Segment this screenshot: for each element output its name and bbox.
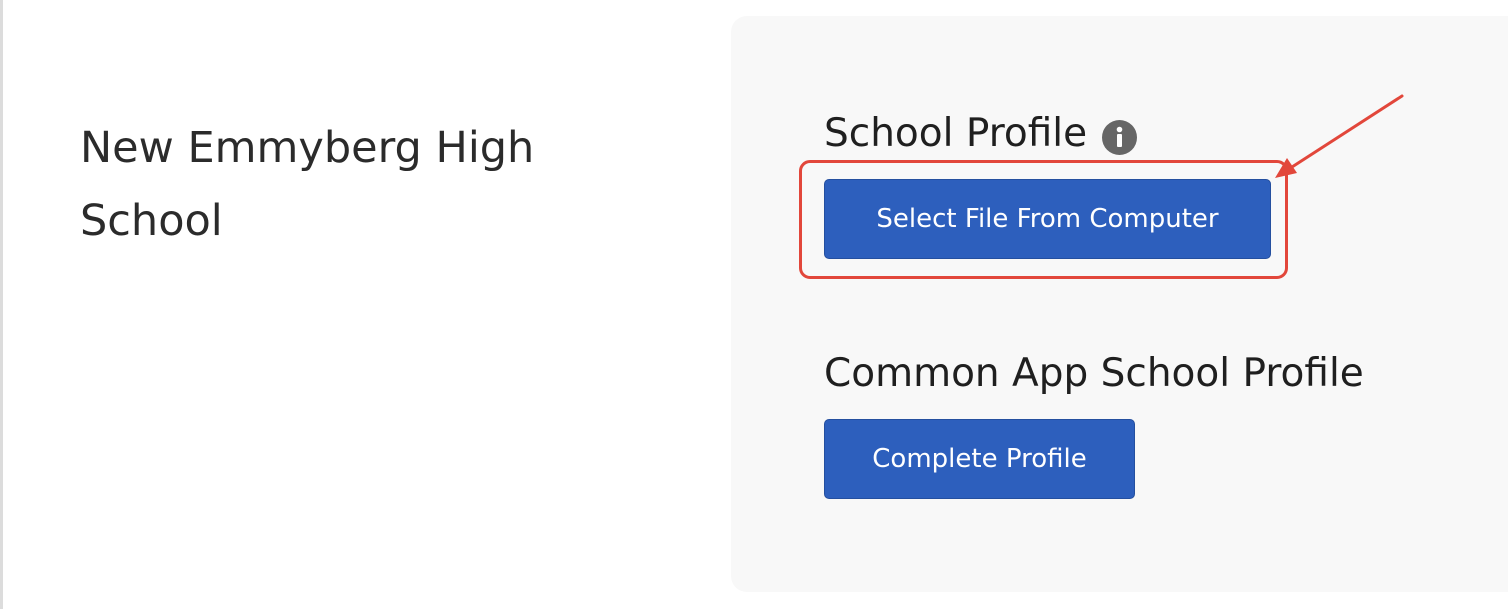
school-profile-heading-text: School Profile	[824, 111, 1088, 156]
school-name: New Emmyberg High School	[80, 123, 535, 246]
school-profile-heading: School Profile	[824, 111, 1138, 156]
page: New Emmyberg High School School Profile …	[0, 0, 1508, 609]
common-app-profile-heading: Common App School Profile	[824, 351, 1364, 396]
info-icon[interactable]	[1102, 119, 1138, 155]
annotation-highlight-box	[799, 160, 1288, 279]
profile-panel	[731, 16, 1508, 592]
complete-profile-button[interactable]: Complete Profile	[824, 419, 1135, 499]
left-divider	[0, 0, 3, 609]
